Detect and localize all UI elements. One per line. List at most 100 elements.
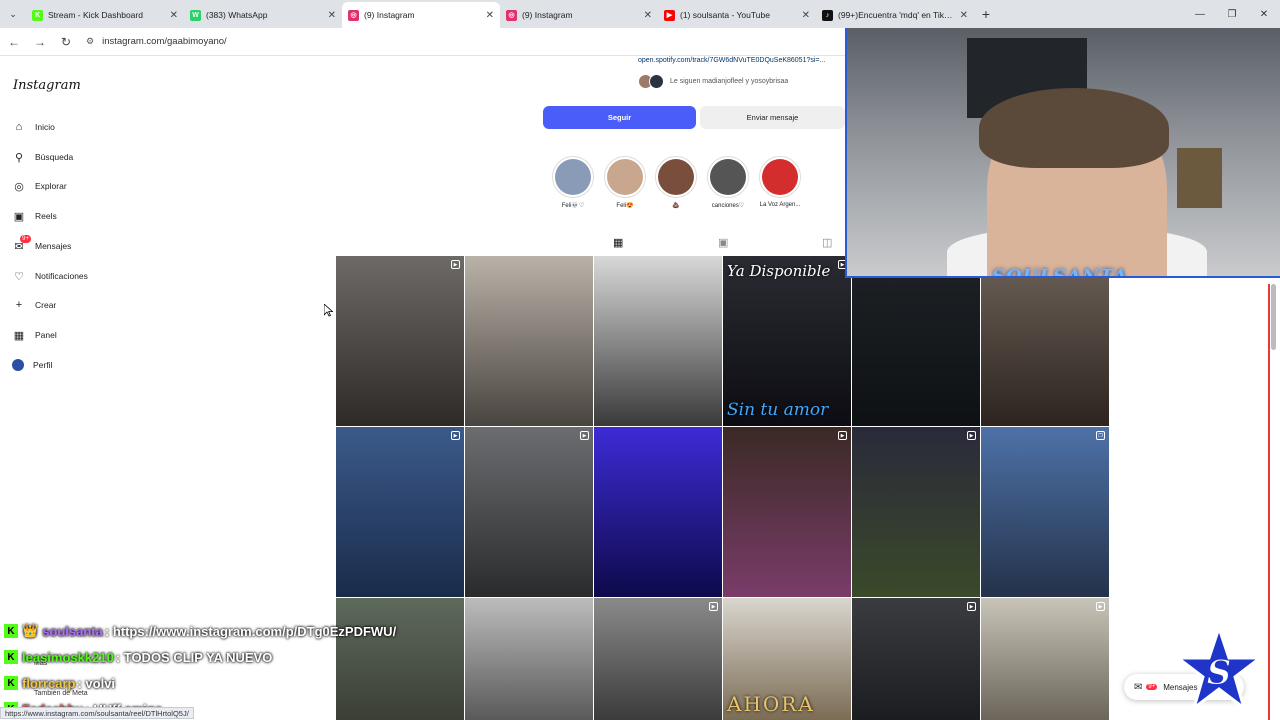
chat-message-text: : TODOS CLIP YA NUEVO: [115, 649, 273, 665]
post-thumbnail[interactable]: ▶: [852, 598, 980, 720]
post-overlay-text: Sin tu amor: [727, 400, 829, 420]
sidebar-item-inicio[interactable]: ⌂ Inicio: [12, 116, 55, 138]
page-scrollbar[interactable]: [1271, 284, 1276, 350]
crown-badge-icon: 👑: [22, 623, 39, 638]
highlight-label: canciones♡: [711, 203, 745, 209]
chat-username[interactable]: leasimoskk210: [22, 650, 114, 665]
webcam-streamer-hair: [979, 88, 1169, 168]
stream-chat-overlay: K 👑 soulsanta: https://www.instagram.com/p…: [0, 618, 560, 720]
post-thumbnail[interactable]: AHORA: [723, 598, 851, 720]
sidebar-item-label: Panel: [35, 330, 57, 340]
browser-tab-label: (1) soulsanta - YouTube: [680, 10, 770, 20]
chat-message: Kflorrcarp: volvi: [0, 670, 560, 696]
status-bar-url: https://www.instagram.com/soulsanta/reel…: [0, 707, 194, 719]
kick-badge-icon: K: [4, 650, 18, 664]
minimize-icon[interactable]: —: [1184, 0, 1216, 28]
highlight-cover: [555, 159, 591, 195]
browser-tab[interactable]: ◎ (9) Instagram ✕: [342, 2, 500, 28]
chat-username[interactable]: florrcarp: [22, 676, 75, 691]
window-controls: — ❐ ✕: [1184, 0, 1280, 28]
tab-close-icon[interactable]: ✕: [328, 10, 336, 21]
post-thumbnail[interactable]: ▶ Ya Disponible Sin tu amor: [723, 256, 851, 426]
site-info-icon[interactable]: ⚙: [86, 36, 94, 47]
send-message-button[interactable]: Enviar mensaje: [700, 106, 845, 129]
instagram-logo[interactable]: Instagram: [13, 78, 81, 93]
story-highlight[interactable]: canciones♡: [706, 156, 750, 209]
story-highlight[interactable]: Feli😍: [603, 156, 647, 209]
post-thumbnail[interactable]: [981, 256, 1109, 426]
sidebar-item-label: Perfil: [33, 360, 53, 370]
follow-button[interactable]: Seguir: [543, 106, 696, 129]
kick-badge-icon: K: [4, 624, 18, 638]
webcam-wall-frame: [1177, 148, 1222, 208]
reel-icon: ▶: [838, 431, 847, 440]
sidebar-item-reels[interactable]: ▣ Reels: [12, 205, 57, 227]
tab-close-icon[interactable]: ✕: [486, 10, 494, 21]
browser-tab[interactable]: ♪ (99+)Encuentra 'mdq' en TikTok ✕: [816, 2, 974, 28]
tab-close-icon[interactable]: ✕: [960, 10, 968, 21]
chat-message: K 👑 soulsanta: https://www.instagram.com/p…: [0, 618, 560, 644]
post-thumbnail[interactable]: ❐: [981, 427, 1109, 597]
sidebar-item-explorar[interactable]: ◎ Explorar: [12, 175, 66, 197]
sidebar-item-perfil[interactable]: Perfil: [12, 354, 52, 376]
highlight-ring: [552, 156, 594, 198]
tiktok-icon: ♪: [822, 9, 833, 21]
post-thumbnail[interactable]: ▶: [981, 598, 1109, 720]
new-tab-button[interactable]: +: [974, 6, 998, 22]
sidebar-item-crear[interactable]: + Crear: [12, 294, 56, 316]
reel-icon: ▶: [709, 602, 718, 611]
profile-link[interactable]: open.spotify.com/track/7GW6dNVuTE0DQuSeK…: [638, 57, 825, 64]
highlight-label: La Voz Argen...: [759, 202, 801, 208]
post-thumbnail[interactable]: ▶: [852, 427, 980, 597]
post-thumbnail[interactable]: [465, 256, 593, 426]
instagram-icon: ◎: [348, 9, 359, 21]
post-thumbnail[interactable]: [594, 427, 722, 597]
post-thumbnail[interactable]: [852, 256, 980, 426]
back-icon[interactable]: ←: [2, 30, 26, 54]
sidebar-item-panel[interactable]: ▦ Panel: [12, 324, 57, 346]
restore-icon[interactable]: ❐: [1216, 0, 1248, 28]
story-highlight[interactable]: 💩: [654, 156, 698, 209]
sidebar-item-bsqueda[interactable]: ⚲ Búsqueda: [12, 146, 73, 168]
plus-icon: +: [15, 299, 23, 311]
chat-username[interactable]: soulsanta: [42, 624, 103, 639]
svg-text:S: S: [1207, 653, 1232, 693]
post-thumbnail[interactable]: ▶: [336, 256, 464, 426]
close-window-icon[interactable]: ✕: [1248, 0, 1280, 28]
reload-icon[interactable]: ↻: [54, 30, 78, 54]
post-thumbnail[interactable]: [594, 256, 722, 426]
reel-icon: ▶: [580, 431, 589, 440]
forward-icon[interactable]: →: [28, 30, 52, 54]
followed-by: Le siguen madianjofleel y yosoybrisaa: [638, 74, 788, 89]
highlight-cover: [762, 159, 798, 195]
sidebar-item-notificaciones[interactable]: ♡ Notificaciones: [12, 265, 88, 287]
browser-tab[interactable]: ◎ (9) Instagram ✕: [500, 2, 658, 28]
post-thumbnail[interactable]: ▶: [723, 427, 851, 597]
browser-tab-label: (9) Instagram: [364, 10, 415, 20]
story-highlight[interactable]: Feli💀♡: [551, 156, 595, 209]
url-text: instagram.com/gaabimoyano/: [102, 36, 227, 47]
posts-grid-icon[interactable]: ▦: [613, 236, 623, 249]
highlight-cover: [710, 159, 746, 195]
post-overlay-text: Ya Disponible: [727, 262, 831, 280]
followed-by-text: Le siguen madianjofleel y yosoybrisaa: [670, 78, 789, 85]
browser-tab[interactable]: ▶ (1) soulsanta - YouTube ✕: [658, 2, 816, 28]
post-thumbnail[interactable]: ▶: [465, 427, 593, 597]
chat-message: Kleasimoskk210: TODOS CLIP YA NUEVO: [0, 644, 560, 670]
tab-close-icon[interactable]: ✕: [170, 10, 178, 21]
highlight-label: Feli💀♡: [561, 203, 585, 209]
sidebar-item-label: Mensajes: [35, 241, 72, 251]
story-highlight[interactable]: La Voz Argen...: [758, 156, 802, 208]
tab-search-icon[interactable]: ⌄: [0, 0, 26, 28]
tab-close-icon[interactable]: ✕: [644, 10, 652, 21]
highlight-ring: [707, 156, 749, 198]
browser-tab[interactable]: W (383) WhatsApp ✕: [184, 2, 342, 28]
browser-tab[interactable]: K Stream - Kick Dashboard ✕: [26, 2, 184, 28]
post-thumbnail[interactable]: ▶: [336, 427, 464, 597]
sidebar-item-mensajes[interactable]: ✉ 9+ Mensajes: [12, 235, 71, 257]
tagged-icon[interactable]: ◫: [822, 236, 832, 249]
reels-tab-icon[interactable]: ▣: [718, 236, 728, 249]
tab-close-icon[interactable]: ✕: [802, 10, 810, 21]
post-thumbnail[interactable]: ▶: [594, 598, 722, 720]
address-bar[interactable]: ⚙ instagram.com/gaabimoyano/: [86, 31, 826, 53]
